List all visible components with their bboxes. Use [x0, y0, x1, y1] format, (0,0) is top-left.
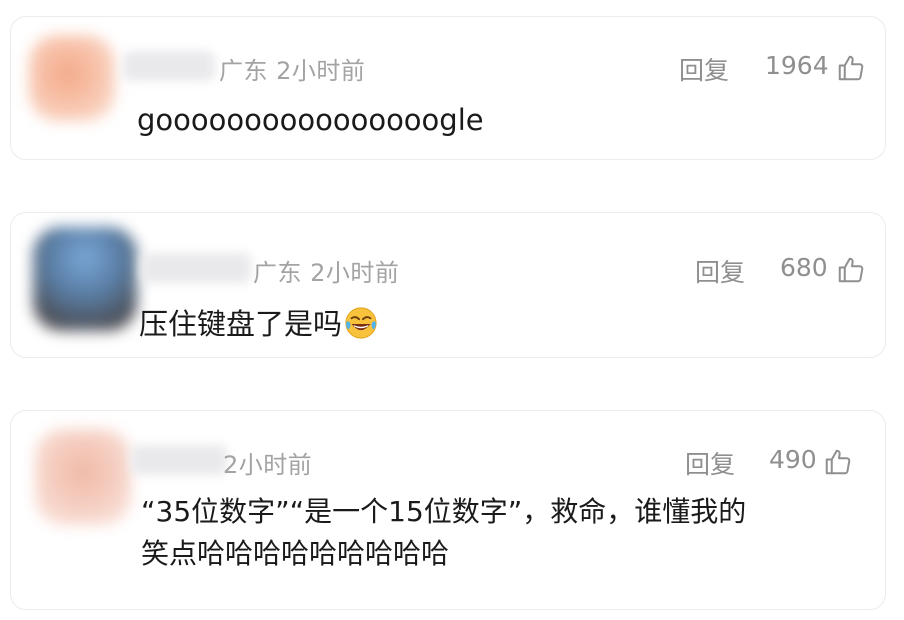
thumbs-up-icon[interactable]	[823, 447, 853, 477]
comment-card: 广东 2小时前 回复 1964 goooooooooooooooogle	[10, 16, 886, 160]
comment-location: 广东	[219, 57, 268, 85]
comment-time: 2小时前	[223, 451, 313, 479]
comment-list: 广东 2小时前 回复 1964 goooooooooooooooogle 广东 …	[0, 0, 904, 620]
comment-meta: 广东 2小时前	[253, 253, 399, 288]
comment-time: 2小时前	[276, 57, 366, 85]
avatar[interactable]	[33, 227, 137, 331]
face-with-tears-of-joy-icon	[345, 307, 377, 339]
comment-text: goooooooooooooooogle	[137, 103, 484, 137]
username[interactable]	[131, 445, 227, 475]
reply-button[interactable]: 回复	[679, 51, 729, 87]
comment-text-line-2: 笑点哈哈哈哈哈哈哈哈哈	[141, 537, 450, 570]
comment-card: 2小时前 回复 490 “35位数字”“是一个15位数字”，救命，谁懂我的 笑点…	[10, 410, 886, 610]
comment-text: 压住键盘了是吗	[139, 305, 378, 344]
comment-card: 广东 2小时前 回复 680 压住键盘了是吗	[10, 212, 886, 358]
like-count: 680	[780, 253, 828, 282]
avatar[interactable]	[29, 35, 115, 121]
comment-text-body: 压住键盘了是吗	[139, 307, 343, 341]
comment-meta: 2小时前	[223, 445, 312, 480]
comment-text-line-1: “35位数字”“是一个15位数字”，救命，谁懂我的	[141, 495, 747, 528]
reply-button[interactable]: 回复	[685, 445, 735, 481]
comment-meta: 广东 2小时前	[219, 51, 365, 86]
thumbs-up-icon[interactable]	[836, 255, 866, 285]
username[interactable]	[141, 253, 251, 283]
reply-button[interactable]: 回复	[695, 253, 745, 289]
thumbs-up-icon[interactable]	[836, 53, 866, 83]
like-count: 1964	[765, 51, 829, 80]
like-count: 490	[769, 445, 817, 474]
avatar[interactable]	[35, 429, 131, 525]
comment-location: 广东	[253, 259, 302, 287]
comment-time: 2小时前	[310, 259, 400, 287]
username[interactable]	[123, 51, 215, 81]
